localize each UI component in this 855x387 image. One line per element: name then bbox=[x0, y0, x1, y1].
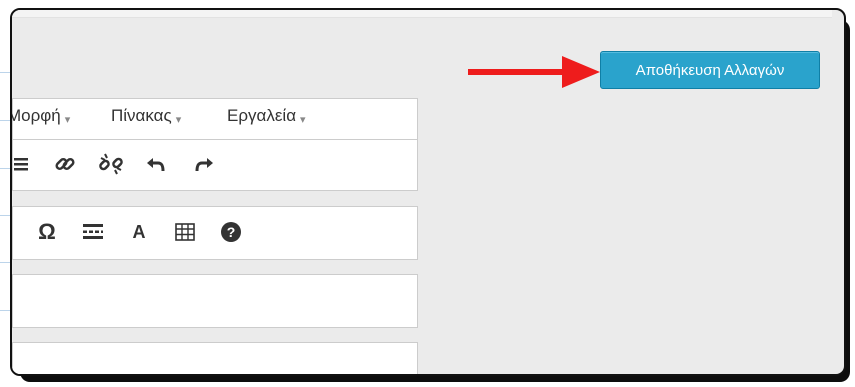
redo-icon[interactable] bbox=[189, 151, 217, 177]
table-icon[interactable] bbox=[171, 219, 199, 245]
chevron-down-icon: ▾ bbox=[175, 113, 182, 126]
editor-input-field-2[interactable] bbox=[12, 342, 418, 374]
horizontal-rule-icon[interactable] bbox=[79, 219, 107, 245]
red-arrow-icon bbox=[468, 56, 600, 88]
top-strip bbox=[12, 10, 832, 18]
editor-toolbar-row-1 bbox=[12, 139, 418, 191]
help-symbol: ? bbox=[221, 222, 241, 242]
chevron-down-icon: ▾ bbox=[64, 113, 71, 126]
editor-window: Αποθήκευση Αλλαγών Μορφή ▾ Πίνακας ▾ Εργ… bbox=[10, 8, 846, 376]
menu-tools[interactable]: Εργαλεία ▾ bbox=[227, 106, 306, 126]
link-icon[interactable] bbox=[51, 151, 79, 177]
editor-toolbar-row-2: Ω A ? bbox=[12, 206, 418, 260]
unlink-icon[interactable] bbox=[97, 151, 125, 177]
text-color-icon[interactable]: A bbox=[125, 219, 153, 245]
menu-tools-label: Εργαλεία bbox=[227, 106, 297, 125]
menu-table-label: Πίνακας bbox=[111, 106, 172, 125]
chevron-down-icon: ▾ bbox=[300, 113, 306, 126]
menu-format-label: Μορφή bbox=[10, 106, 61, 125]
undo-icon[interactable] bbox=[143, 151, 171, 177]
list-icon[interactable] bbox=[12, 152, 31, 176]
menu-table[interactable]: Πίνακας ▾ bbox=[111, 106, 181, 126]
menu-format[interactable]: Μορφή ▾ bbox=[10, 106, 71, 126]
special-character-icon[interactable]: Ω bbox=[33, 219, 61, 245]
save-changes-label: Αποθήκευση Αλλαγών bbox=[635, 61, 785, 79]
help-icon[interactable]: ? bbox=[217, 219, 245, 245]
editor-input-field[interactable] bbox=[12, 274, 418, 328]
save-changes-button[interactable]: Αποθήκευση Αλλαγών bbox=[600, 51, 820, 89]
editor-menubar: Μορφή ▾ Πίνακας ▾ Εργαλεία ▾ bbox=[12, 98, 418, 140]
